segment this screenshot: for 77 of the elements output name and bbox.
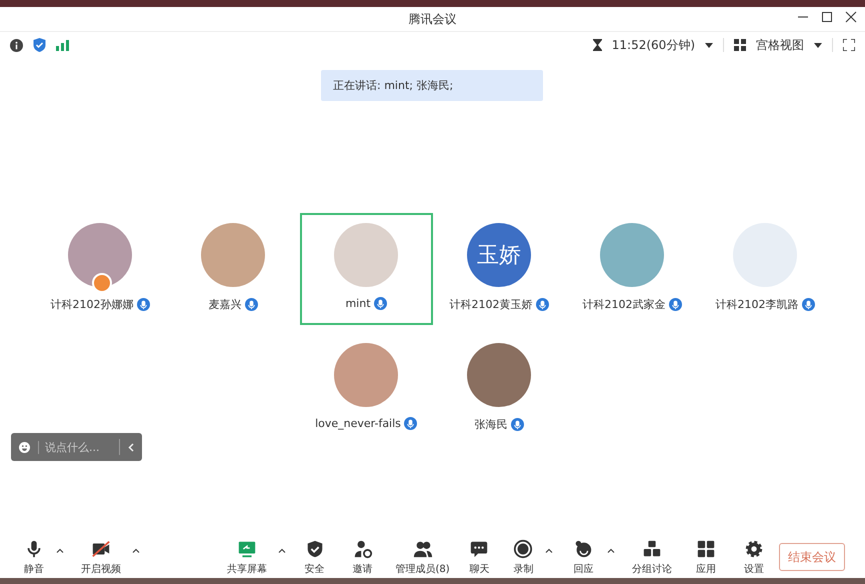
toolbar-button[interactable]: 邀请 xyxy=(338,538,388,576)
avatar-initials: 玉娇 xyxy=(467,223,531,287)
meeting-time[interactable]: 11:52(60分钟) xyxy=(612,36,695,54)
screen-share-icon xyxy=(236,538,257,558)
maximize-icon[interactable] xyxy=(821,11,833,23)
toolbar-button[interactable]: 设置 xyxy=(729,538,780,576)
toolbar-button[interactable]: 聊天 xyxy=(457,538,502,576)
participant-tile[interactable]: love_never-fails xyxy=(300,333,432,445)
participant-name: love_never-fails xyxy=(315,417,401,430)
caret-icon xyxy=(545,548,554,552)
participant-name: 麦嘉兴 xyxy=(208,297,242,312)
window-title: 腾讯会议 xyxy=(408,10,456,28)
microphone-icon xyxy=(374,297,387,310)
camera-off-icon xyxy=(90,538,111,558)
signal-icon[interactable] xyxy=(56,40,69,50)
participant-tile[interactable]: mint xyxy=(300,213,432,325)
smiley-icon xyxy=(573,538,594,558)
participant-tile[interactable]: 玉娇 计科2102黄玉娇 xyxy=(432,213,566,325)
shield-icon xyxy=(304,538,325,558)
toolbar-button[interactable]: 共享屏幕 xyxy=(216,538,278,576)
settings-icon xyxy=(744,538,764,558)
chat-bar[interactable]: 说点什么... xyxy=(11,433,142,461)
chat-input[interactable]: 说点什么... xyxy=(38,440,111,454)
record-icon xyxy=(513,538,534,558)
toolbar-button[interactable]: 安全 xyxy=(292,538,338,576)
grid-icon xyxy=(696,538,716,558)
toolbar-button[interactable]: 回应 xyxy=(559,538,608,576)
caret-icon xyxy=(607,548,616,552)
microphone-icon xyxy=(404,417,417,430)
participant-name: 计科2102孙娜娜 xyxy=(50,297,134,312)
blocks-icon xyxy=(642,538,662,558)
caret-button[interactable] xyxy=(607,548,616,552)
caret-button[interactable] xyxy=(56,548,64,552)
microphone-icon xyxy=(244,298,258,311)
toolbar-button[interactable]: 应用 xyxy=(683,538,730,576)
view-selector[interactable]: 宫格视图 xyxy=(756,36,804,54)
smiley-icon[interactable] xyxy=(19,440,30,454)
people-icon xyxy=(412,538,433,558)
microphone-icon xyxy=(136,298,150,311)
microphone-icon xyxy=(536,298,548,311)
toolbar-button[interactable]: 录制 xyxy=(501,538,546,576)
chat-bubble-icon xyxy=(469,538,490,558)
participant-name: 计科2102武家金 xyxy=(582,297,666,312)
speaking-banner: 正在讲话: mint; 张海民; xyxy=(321,70,543,101)
toolbar-button[interactable]: 分组讨论 xyxy=(621,538,684,576)
info-icon[interactable] xyxy=(10,38,23,52)
participant-name: 张海民 xyxy=(474,417,508,432)
shield-icon[interactable] xyxy=(33,38,46,52)
participant-tile[interactable]: 计科2102武家金 xyxy=(566,213,698,325)
microphone-icon xyxy=(510,418,524,431)
toolbar-button[interactable]: 管理成员(8) xyxy=(388,538,458,576)
participant-name: 计科2102黄玉娇 xyxy=(450,297,532,312)
caret-down-icon xyxy=(705,42,713,48)
caret-icon xyxy=(278,548,286,552)
hourglass-icon xyxy=(592,39,602,51)
chevron-left-icon xyxy=(128,442,134,452)
caret-icon xyxy=(56,548,64,552)
participant-tile[interactable]: 计科2102孙娜娜 xyxy=(34,213,166,325)
collapse-button[interactable] xyxy=(119,439,134,455)
caret-button[interactable] xyxy=(132,548,140,552)
person-plus-icon xyxy=(352,538,373,558)
microphone-icon xyxy=(668,298,682,311)
caret-button[interactable] xyxy=(545,548,554,552)
participant-tile[interactable]: 计科2102李凯路 xyxy=(698,213,832,325)
fullscreen-icon[interactable] xyxy=(843,39,855,51)
participant-name: 计科2102李凯路 xyxy=(716,297,798,312)
caret-icon xyxy=(132,548,140,552)
participant-tile[interactable]: 麦嘉兴 xyxy=(166,213,300,325)
microphone-icon xyxy=(802,298,814,311)
toolbar-button[interactable]: 开启视频 xyxy=(70,538,132,576)
close-icon[interactable] xyxy=(845,11,857,23)
participant-tile[interactable]: 张海民 xyxy=(432,333,566,445)
caret-down-icon xyxy=(814,42,822,48)
caret-button[interactable] xyxy=(278,548,286,552)
participant-name: mint xyxy=(345,297,371,310)
grid-icon xyxy=(734,39,746,51)
toolbar-button[interactable]: 静音 xyxy=(12,538,56,576)
